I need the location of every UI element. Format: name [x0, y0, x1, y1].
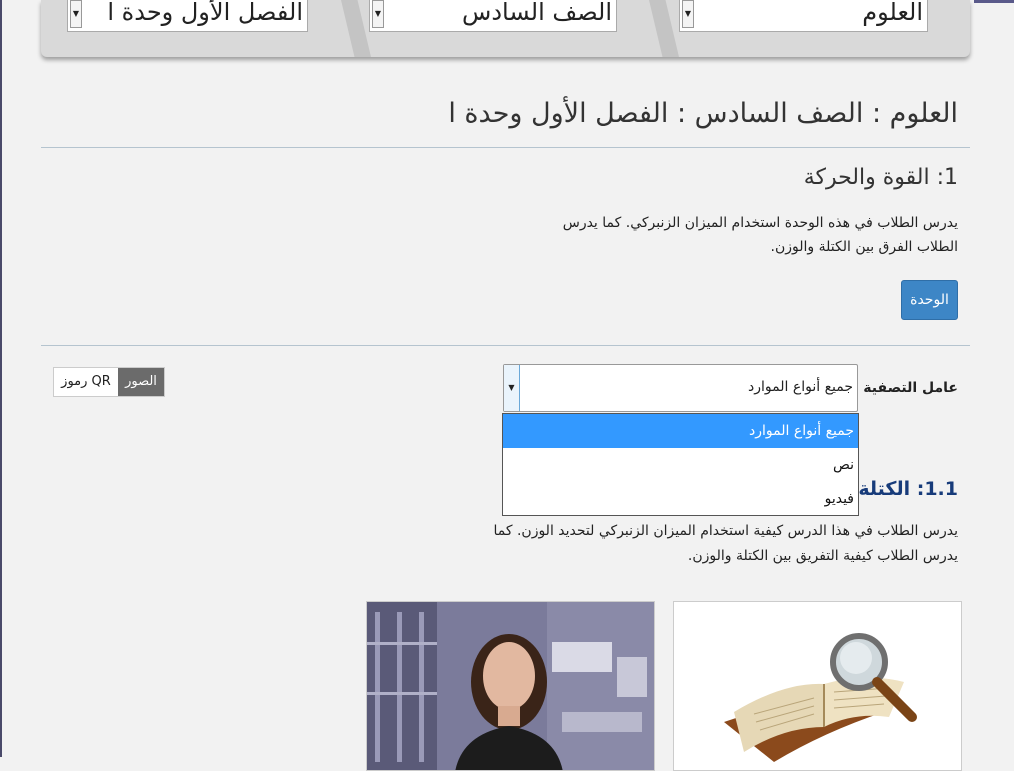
resource-type-select-value: جميع أنواع الموارد [748, 379, 853, 395]
qr-codes-toggle[interactable]: رموز QR [54, 368, 118, 396]
chevron-down-icon[interactable]: ▼ [504, 365, 520, 411]
breadcrumb-separator [649, 0, 679, 57]
unit-button[interactable]: الوحدة [901, 280, 958, 320]
chevron-down-icon[interactable]: ▼ [70, 0, 82, 28]
divider [41, 345, 970, 346]
lesson-description: يدرس الطلاب في هذا الدرس كيفية استخدام ا… [493, 523, 958, 564]
chevron-down-icon[interactable]: ▼ [682, 0, 694, 28]
unit-description: يدرس الطلاب في هذه الوحدة استخدام الميزا… [562, 215, 958, 255]
option-video[interactable]: فيديو [503, 482, 858, 516]
text-resource-card[interactable] [673, 601, 962, 771]
option-text[interactable]: نص [503, 448, 858, 482]
video-resource-card[interactable] [366, 601, 655, 771]
subject-select-value: العلوم [862, 0, 923, 26]
option-all-resources[interactable]: جميع أنواع الموارد [503, 414, 858, 448]
chevron-down-icon[interactable]: ▼ [372, 0, 384, 28]
subject-select[interactable]: العلوم ▼ [679, 0, 928, 32]
book-magnifier-image [724, 633, 917, 762]
images-toggle[interactable]: الصور [118, 368, 164, 396]
window-top-edge [974, 0, 1014, 3]
view-toggle: رموز QR الصور [53, 367, 165, 397]
window-left-edge [0, 0, 2, 757]
video-thumbnail [367, 602, 654, 770]
page-title: العلوم : الصف السادس : الفصل الأول وحدة … [448, 98, 958, 129]
divider [41, 147, 970, 148]
breadcrumb-separator [341, 0, 371, 57]
filter-label: عامل التصفية [863, 380, 958, 396]
unit-select-value: الفصل الأول وحدة ا [107, 0, 303, 26]
resource-type-options: جميع أنواع الموارد نص فيديو [502, 413, 859, 516]
grade-select[interactable]: الصف السادس ▼ [369, 0, 617, 32]
resource-type-select[interactable]: جميع أنواع الموارد ▼ [503, 364, 858, 412]
breadcrumb: العلوم ▼ الصف السادس ▼ الفصل الأول وحدة … [41, 0, 970, 57]
unit-title: 1: القوة والحركة [803, 165, 958, 190]
grade-select-value: الصف السادس [462, 0, 612, 26]
unit-select[interactable]: الفصل الأول وحدة ا ▼ [67, 0, 308, 32]
